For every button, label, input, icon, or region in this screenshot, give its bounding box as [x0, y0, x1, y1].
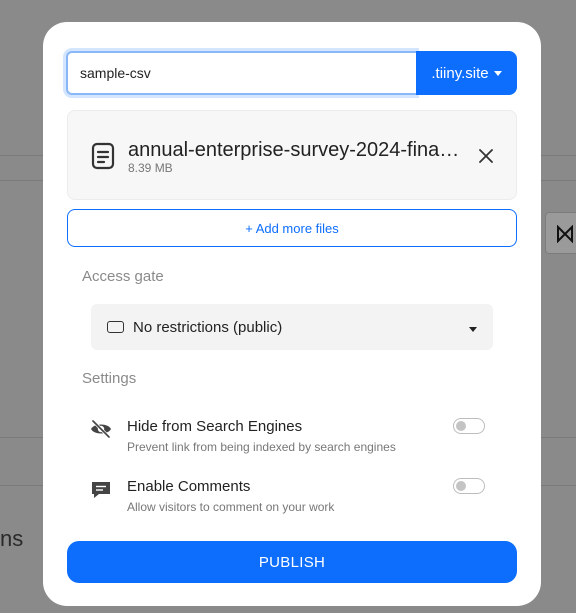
bowtie-icon	[557, 225, 573, 243]
background-chip	[545, 212, 576, 254]
setting-description: Allow visitors to comment on your work	[127, 500, 335, 514]
publish-modal: .tiiny.site annual-enterprise-survey-202…	[43, 22, 541, 606]
document-icon	[91, 142, 115, 170]
file-size: 8.39 MB	[128, 161, 173, 175]
setting-title: Enable Comments	[127, 478, 251, 495]
setting-enable-comments: Enable Comments Allow visitors to commen…	[90, 478, 486, 524]
url-row: .tiiny.site	[66, 51, 517, 95]
background-text: ns	[0, 526, 24, 551]
access-gate-label: Access gate	[82, 268, 164, 285]
add-more-files-button[interactable]: + Add more files	[67, 209, 517, 247]
enable-comments-toggle[interactable]	[453, 478, 485, 494]
publish-button[interactable]: PUBLISH	[67, 541, 517, 583]
setting-hide-search-engines: Hide from Search Engines Prevent link fr…	[90, 418, 486, 464]
close-icon[interactable]	[479, 149, 493, 163]
caret-down-icon	[493, 70, 502, 76]
eye-slash-icon	[91, 420, 111, 438]
hide-search-engines-toggle[interactable]	[453, 418, 485, 434]
setting-description: Prevent link from being indexed by searc…	[127, 440, 396, 454]
settings-label: Settings	[82, 370, 137, 387]
file-card: annual-enterprise-survey-2024-financial-…	[67, 110, 517, 200]
domain-dropdown-button[interactable]: .tiiny.site	[416, 51, 517, 95]
access-icon	[107, 321, 124, 333]
comment-icon	[92, 482, 110, 498]
domain-label: .tiiny.site	[431, 64, 489, 82]
access-selected-value: No restrictions (public)	[133, 318, 283, 336]
access-gate-select[interactable]: No restrictions (public)	[91, 304, 493, 350]
setting-title: Hide from Search Engines	[127, 418, 303, 435]
file-name: annual-enterprise-survey-2024-financial-…	[128, 139, 463, 161]
caret-down-icon	[469, 326, 477, 332]
site-name-input[interactable]	[66, 51, 416, 95]
